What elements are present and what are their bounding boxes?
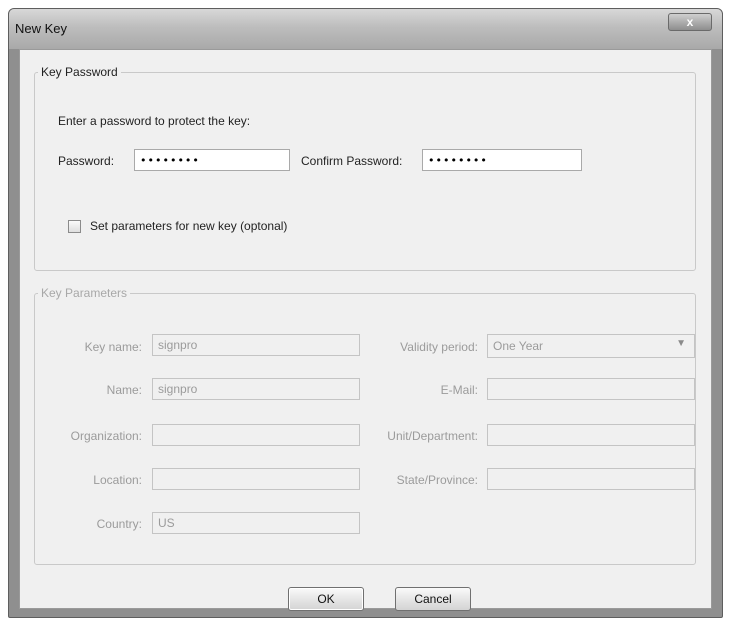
state-province-field[interactable]: [487, 468, 695, 490]
set-parameters-checkbox[interactable]: [68, 220, 81, 233]
name-field[interactable]: [152, 378, 360, 400]
name-label: Name:: [106, 383, 142, 397]
country-field[interactable]: [152, 512, 360, 534]
dialog-title: New Key: [15, 21, 68, 36]
country-label: Country:: [96, 517, 142, 531]
state-province-label: State/Province:: [396, 473, 478, 487]
key-name-field[interactable]: [152, 334, 360, 356]
chevron-down-icon: ▼: [676, 338, 686, 349]
location-label: Location:: [93, 473, 142, 487]
confirm-password-field[interactable]: [422, 149, 582, 171]
ok-button[interactable]: OK: [288, 587, 364, 611]
close-icon: x: [686, 15, 694, 29]
confirm-password-label: Confirm Password:: [301, 154, 403, 168]
new-key-dialog: New Key x Key Password Enter a password …: [8, 8, 723, 618]
location-field[interactable]: [152, 468, 360, 490]
email-label: E-Mail:: [440, 383, 478, 397]
password-field[interactable]: [134, 149, 290, 171]
password-label: Password:: [58, 154, 115, 168]
unit-department-field[interactable]: [487, 424, 695, 446]
key-name-label: Key name:: [84, 340, 142, 354]
organization-label: Organization:: [70, 429, 142, 443]
email-field[interactable]: [487, 378, 695, 400]
organization-field[interactable]: [152, 424, 360, 446]
set-parameters-label[interactable]: Set parameters for new key (optonal): [90, 219, 287, 233]
validity-period-label: Validity period:: [400, 340, 478, 354]
key-password-legend: Key Password: [41, 65, 118, 79]
close-button[interactable]: x: [668, 13, 712, 31]
password-prompt: Enter a password to protect the key:: [58, 114, 251, 128]
key-parameters-legend: Key Parameters: [41, 286, 128, 300]
unit-department-label: Unit/Department:: [387, 429, 478, 443]
validity-period-value: One Year: [493, 339, 544, 353]
cancel-button[interactable]: Cancel: [395, 587, 471, 611]
dialog-body: Key Password Enter a password to protect…: [19, 49, 712, 611]
title-bar[interactable]: New Key x: [9, 9, 722, 49]
validity-period-select[interactable]: One Year ▼: [487, 334, 695, 358]
